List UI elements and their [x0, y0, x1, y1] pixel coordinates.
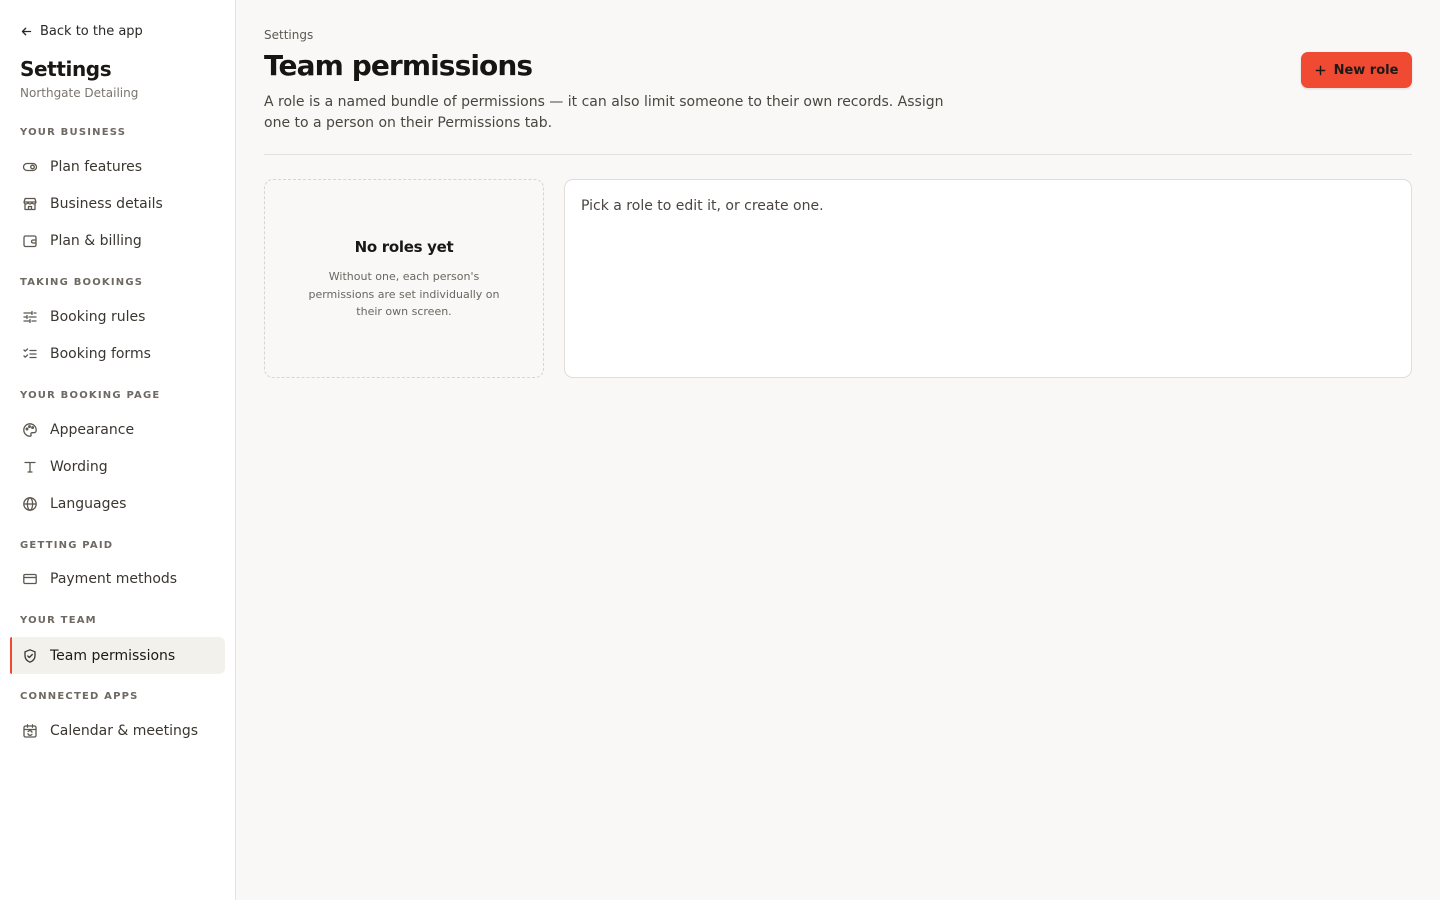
page-description: A role is a named bundle of permissions … — [264, 94, 944, 131]
roles-empty-state: No roles yet Without one, each person's … — [264, 179, 544, 378]
sidebar-item-label: Appearance — [50, 421, 135, 438]
role-detail-panel: Pick a role to edit it, or create one. — [564, 179, 1412, 378]
sidebar-item-label: Booking rules — [50, 308, 146, 325]
back-link-label: Back to the app — [40, 24, 143, 39]
section-taking-bookings: TAKING BOOKINGS — [20, 277, 144, 288]
sidebar-title: Settings — [20, 57, 112, 81]
empty-state-text: Without one, each person's permissions a… — [308, 270, 500, 318]
toggle-icon — [22, 162, 38, 171]
sliders-icon — [23, 310, 37, 323]
sidebar-item-languages[interactable]: Languages — [10, 485, 225, 522]
wallet-icon — [23, 234, 37, 247]
calendar-sync-icon — [23, 723, 37, 738]
storefront-icon — [23, 197, 37, 210]
detail-placeholder: Pick a role to edit it, or create one. — [581, 198, 824, 214]
sidebar-item-label: Calendar & meetings — [50, 722, 199, 739]
sidebar-item-label: Business details — [50, 195, 163, 212]
sidebar-item-plan-billing[interactable]: Plan & billing — [10, 222, 225, 259]
sidebar-item-label: Payment methods — [50, 570, 178, 587]
sidebar-item-team-permissions[interactable]: Team permissions — [10, 637, 225, 674]
page-title: Team permissions — [264, 49, 533, 82]
sidebar-item-label: Plan & billing — [50, 232, 142, 249]
globe-icon — [23, 496, 37, 511]
type-icon — [24, 461, 36, 473]
header-divider — [264, 154, 1412, 155]
sidebar-item-calendar-meetings[interactable]: Calendar & meetings — [10, 712, 225, 749]
sidebar-item-booking-forms[interactable]: Booking forms — [10, 335, 225, 372]
sidebar-item-payment-methods[interactable]: Payment methods — [10, 560, 225, 597]
sidebar-item-label: Team permissions — [50, 647, 176, 664]
palette-icon — [23, 422, 37, 437]
section-your-team: YOUR TEAM — [20, 615, 97, 626]
checklist-icon — [23, 347, 37, 358]
sidebar-item-business-details[interactable]: Business details — [10, 185, 225, 222]
section-connected-apps: CONNECTED APPS — [20, 691, 139, 702]
sidebar-item-label: Wording — [50, 458, 108, 475]
sidebar-item-plan-features[interactable]: Plan features — [10, 148, 225, 185]
arrow-left-icon — [21, 27, 32, 36]
sidebar-item-appearance[interactable]: Appearance — [10, 411, 225, 448]
section-your-business: YOUR BUSINESS — [20, 127, 127, 138]
sidebar-item-label: Languages — [50, 495, 127, 512]
sidebar-item-booking-rules[interactable]: Booking rules — [10, 298, 225, 335]
section-getting-paid: GETTING PAID — [20, 540, 114, 551]
new-role-label: New role — [1333, 62, 1399, 78]
sidebar-item-label: Plan features — [50, 158, 143, 175]
shield-check-icon — [24, 648, 36, 663]
settings-sidebar: Back to the app Settings Northgate Detai… — [0, 0, 236, 900]
breadcrumb: Settings — [264, 28, 314, 42]
plus-icon — [1315, 65, 1325, 75]
empty-state-title: No roles yet — [354, 238, 454, 256]
sidebar-item-label: Booking forms — [50, 345, 151, 362]
business-name: Northgate Detailing — [20, 86, 139, 100]
back-to-app-link[interactable]: Back to the app — [20, 24, 143, 39]
credit-card-icon — [23, 573, 37, 584]
sidebar-item-wording[interactable]: Wording — [10, 448, 225, 485]
new-role-button[interactable]: New role — [1301, 52, 1412, 88]
section-your-booking-page: YOUR BOOKING PAGE — [20, 390, 161, 401]
